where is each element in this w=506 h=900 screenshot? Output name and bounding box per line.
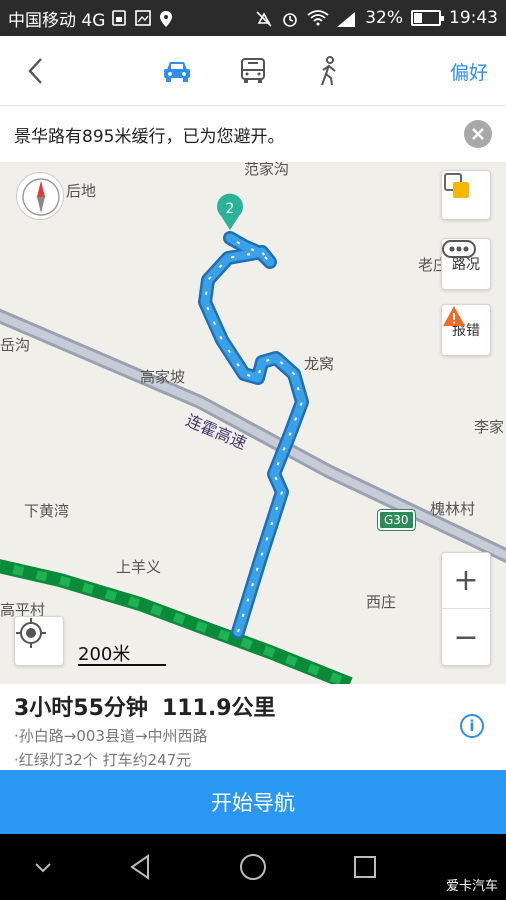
circle-home-icon [240,854,266,880]
traffic-notice: 景华路有895米缓行，已为您避开。 [0,106,506,162]
mute-icon [255,10,273,27]
watermark: 爱卡汽车 [445,879,498,894]
place-label: 龙窝 [304,355,335,373]
place-label: 上羊义 [116,558,162,576]
place-label: 范家沟 [244,162,290,178]
battery-percent: 32% [365,8,403,28]
sim-icon [111,10,129,26]
highway-shield: G30 [377,509,416,531]
nav-home-button[interactable] [238,852,268,882]
info-icon[interactable]: i [460,714,484,738]
back-arrow-icon [28,57,42,84]
warning-icon [443,306,465,326]
waypoint-label: 2 [226,201,235,217]
place-label: 下黄湾 [24,502,70,520]
start-navigation-button[interactable]: 开始导航 [0,770,506,834]
zoom-in-button[interactable]: + [441,553,491,609]
layers-button[interactable] [441,170,491,220]
chevron-down-icon [35,863,51,873]
status-bar: 中国移动 4G 32% 19:43 [0,0,506,36]
locate-icon [16,618,46,648]
map-canvas: 2 [0,193,506,684]
locate-button[interactable] [14,616,64,666]
route-info-panel[interactable]: 3小时55分钟 111.9公里 ·孙白路→003县道→中州西路 ·红绿灯32个 打… [0,684,506,770]
place-label: 槐林村 [430,500,476,518]
hide-keyboard-button[interactable] [28,852,58,882]
notice-text: 景华路有895米缓行，已为您避开。 [14,126,285,147]
place-label: 后地 [66,182,97,200]
system-nav-bar: 爱卡汽车 [0,834,506,900]
scale-bar [78,664,166,666]
traffic-button[interactable]: 路况 [441,238,491,290]
route-summary: 3小时55分钟 111.9公里 [14,690,492,722]
route-distance: 111.9公里 [161,696,276,721]
zoom-out-button[interactable]: − [441,609,491,665]
battery-icon [411,10,444,26]
place-label: 李家 [474,418,505,436]
bus-icon [241,58,265,83]
car-icon [164,62,190,82]
bus-mode-button[interactable] [223,36,283,106]
close-icon [472,128,484,140]
preferences-button[interactable]: 偏好 [450,58,488,85]
carrier-label: 中国移动 4G [8,10,106,31]
waypoint-marker[interactable]: 2 [216,193,243,230]
zoom-control: + − [441,552,491,666]
close-notice-button[interactable] [464,120,492,148]
layers-icon [444,173,469,198]
compass-button[interactable] [16,172,64,220]
compass-icon [22,178,60,216]
place-label: 高家坡 [140,368,186,386]
report-error-button[interactable]: 报错 [441,304,491,356]
wifi-icon [307,10,329,26]
map-view[interactable]: 2 范家沟 后地 老庄 岳沟 高家坡 龙窝 李家 下黄湾 槐林村 上羊义 西庄 … [0,162,506,684]
route-duration: 3小时55分钟 [14,696,148,721]
walk-mode-button[interactable] [299,36,359,106]
place-label: 岳沟 [0,336,31,354]
alarm-icon [281,10,299,27]
triangle-back-icon [130,854,149,880]
walk-icon [321,56,336,86]
scale-label: 200米 [78,644,131,665]
route-details: ·红绿灯32个 打车约247元 [14,751,192,769]
car-mode-button[interactable] [147,36,207,106]
place-label: 西庄 [366,593,397,611]
square-recents-icon [354,856,376,878]
location-icon [159,10,177,27]
image-icon [135,10,153,26]
clock: 19:43 [449,8,498,28]
signal-icon [333,10,357,27]
back-button[interactable] [0,36,70,106]
traffic-icon [442,240,476,258]
transport-mode-bar: 偏好 [0,36,506,106]
nav-back-button[interactable] [126,852,156,882]
route-roads: ·孙白路→003县道→中州西路 [14,727,208,745]
nav-recents-button[interactable] [350,852,380,882]
